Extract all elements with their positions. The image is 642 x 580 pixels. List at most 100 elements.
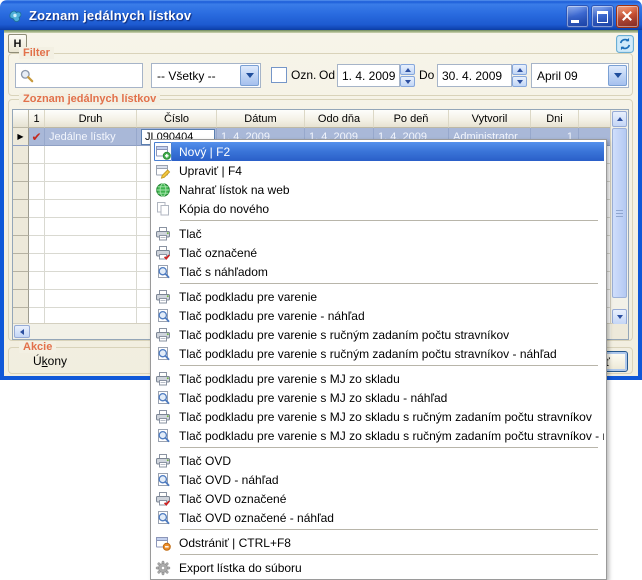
vertical-scroll-thumb[interactable] xyxy=(612,128,627,298)
menu-item-podklad[interactable]: Tlač podkladu pre varenie xyxy=(153,287,604,306)
chevron-down-icon xyxy=(246,73,254,78)
row-druh-cell[interactable]: Jedálne lístky xyxy=(45,128,137,146)
header-row-selector xyxy=(13,110,29,128)
minimize-button[interactable] xyxy=(566,5,589,28)
menu-item-tlac-oznacene[interactable]: Tlač označené xyxy=(153,243,604,262)
gear-icon xyxy=(154,558,172,577)
context-menu: Nový | F2 Upraviť | F4 Nahrať lístok na … xyxy=(150,139,607,580)
title-bar[interactable]: Zoznam jedálnych lístkov xyxy=(0,0,642,30)
search-box[interactable] xyxy=(15,63,143,88)
column-header-dni[interactable]: Dni xyxy=(531,110,579,128)
type-combo-value: -- Všetky -- xyxy=(152,69,239,83)
printer-icon xyxy=(154,407,172,426)
menu-separator xyxy=(180,447,598,448)
globe-upload-icon xyxy=(154,180,172,199)
maximize-button[interactable] xyxy=(591,5,614,28)
toolbar-band xyxy=(4,30,638,33)
printer-marked-icon xyxy=(154,489,172,508)
menu-item-podklad-mj-rucne[interactable]: Tlač podkladu pre varenie s MJ zo skladu… xyxy=(153,407,604,426)
column-header-check[interactable]: 1 xyxy=(29,110,45,128)
column-header-vytvoril[interactable]: Vytvoril xyxy=(449,110,531,128)
scroll-left-button[interactable] xyxy=(14,325,30,338)
form-delete-icon xyxy=(154,533,172,552)
menu-item-upravit[interactable]: Upraviť | F4 xyxy=(153,161,604,180)
akcie-group-label: Akcie xyxy=(19,341,56,353)
print-preview-icon xyxy=(154,344,172,363)
menu-item-novy[interactable]: Nový | F2 xyxy=(153,142,604,161)
column-header-datum[interactable]: Dátum xyxy=(217,110,305,128)
arrow-up-icon xyxy=(617,117,623,121)
type-combo[interactable]: -- Všetky -- xyxy=(151,63,261,88)
menu-item-export[interactable]: Export lístka do súboru xyxy=(153,558,604,577)
scroll-up-button[interactable] xyxy=(612,111,627,127)
spin-down-button[interactable] xyxy=(512,76,527,87)
scrollbar-corner xyxy=(611,324,628,339)
menu-item-podklad-mj-nahlad[interactable]: Tlač podkladu pre varenie s MJ zo skladu… xyxy=(153,388,604,407)
arrow-down-icon xyxy=(405,80,411,84)
spin-up-button[interactable] xyxy=(400,64,415,75)
menu-item-tlac-ovd[interactable]: Tlač OVD xyxy=(153,451,604,470)
printer-icon xyxy=(154,451,172,470)
to-date-input[interactable] xyxy=(438,68,511,84)
print-preview-icon xyxy=(154,388,172,407)
menu-item-podklad-rucne-nahlad[interactable]: Tlač podkladu pre varenie s ručným zadan… xyxy=(153,344,604,363)
menu-separator xyxy=(180,220,598,221)
menu-item-odstranit[interactable]: Odstrániť | CTRL+F8 xyxy=(153,533,604,552)
arrow-down-icon xyxy=(617,315,623,319)
menu-separator xyxy=(180,283,598,284)
row-selector-cell: ▶ xyxy=(13,128,29,146)
vertical-scrollbar[interactable] xyxy=(610,110,628,326)
month-combo-drop-button[interactable] xyxy=(608,65,627,86)
menu-item-podklad-mj-rucne-nahlad[interactable]: Tlač podkladu pre varenie s MJ zo skladu… xyxy=(153,426,604,445)
arrow-up-icon xyxy=(517,68,523,72)
menu-item-tlac-ovd-oznacene[interactable]: Tlač OVD označené xyxy=(153,489,604,508)
app-icon xyxy=(7,7,24,24)
menu-item-nahrat-na-web[interactable]: Nahrať lístok na web xyxy=(153,180,604,199)
row-selector-arrow-icon: ▶ xyxy=(17,132,23,141)
row-check-cell[interactable]: ✔ xyxy=(29,128,45,146)
to-date-spinner[interactable] xyxy=(512,64,527,87)
month-combo[interactable]: April 09 xyxy=(531,63,629,88)
mark-checkbox-label: Ozn. xyxy=(291,68,316,82)
printer-icon xyxy=(154,287,172,306)
month-combo-value: April 09 xyxy=(532,69,607,83)
menu-separator xyxy=(180,365,598,366)
menu-item-tlac[interactable]: Tlač xyxy=(153,224,604,243)
menu-item-podklad-mj[interactable]: Tlač podkladu pre varenie s MJ zo skladu xyxy=(153,369,604,388)
column-header-cislo[interactable]: Číslo xyxy=(137,110,217,128)
scroll-down-button[interactable] xyxy=(612,309,627,325)
print-preview-icon xyxy=(154,262,172,281)
close-icon xyxy=(617,6,638,27)
menu-item-tlac-ovd-nahlad[interactable]: Tlač OVD - náhľad xyxy=(153,470,604,489)
refresh-button[interactable] xyxy=(616,35,634,53)
from-date-spinner[interactable] xyxy=(400,64,415,87)
close-button[interactable] xyxy=(616,5,639,28)
spin-up-button[interactable] xyxy=(512,64,527,75)
menu-separator xyxy=(180,529,598,530)
ukony-menu-label[interactable]: Úkony xyxy=(33,354,67,368)
column-header-filler xyxy=(579,110,613,128)
search-input[interactable] xyxy=(35,68,142,84)
search-icon xyxy=(19,68,35,84)
form-edit-icon xyxy=(154,161,172,180)
column-header-druh[interactable]: Druh xyxy=(45,110,137,128)
printer-marked-icon xyxy=(154,243,172,262)
to-date-field[interactable] xyxy=(437,64,512,87)
spin-down-button[interactable] xyxy=(400,76,415,87)
filter-group: Filter -- Všetky -- Ozn. Od xyxy=(8,53,633,96)
print-preview-icon xyxy=(154,470,172,489)
printer-icon xyxy=(154,224,172,243)
column-header-odo-dna[interactable]: Odo dňa xyxy=(305,110,374,128)
menu-item-kopia[interactable]: Kópia do nového xyxy=(153,199,604,218)
menu-item-tlac-nahlad[interactable]: Tlač s náhľadom xyxy=(153,262,604,281)
type-combo-drop-button[interactable] xyxy=(240,65,259,86)
menu-item-tlac-ovd-oznacene-nahlad[interactable]: Tlač OVD označené - náhľad xyxy=(153,508,604,527)
column-header-po-den[interactable]: Po deň xyxy=(374,110,449,128)
printer-icon xyxy=(154,325,172,344)
mark-checkbox[interactable] xyxy=(271,67,287,83)
menu-item-podklad-nahlad[interactable]: Tlač podkladu pre varenie - náhľad xyxy=(153,306,604,325)
menu-item-podklad-rucne[interactable]: Tlač podkladu pre varenie s ručným zadan… xyxy=(153,325,604,344)
arrow-down-icon xyxy=(517,80,523,84)
from-date-field[interactable] xyxy=(337,64,400,87)
from-date-input[interactable] xyxy=(338,68,399,84)
